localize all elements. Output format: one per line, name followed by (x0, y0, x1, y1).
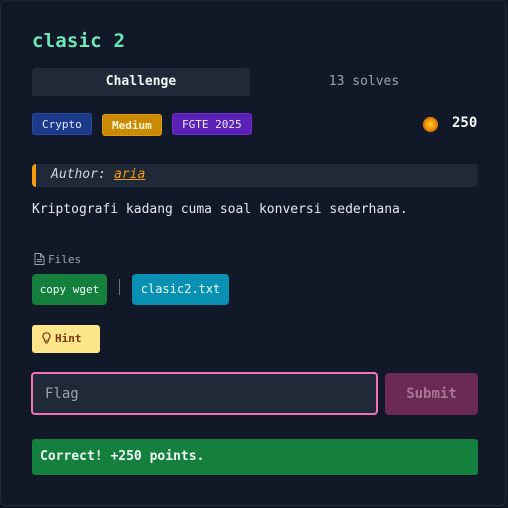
hint-label: Hint (55, 332, 82, 345)
file-icon (34, 253, 45, 265)
challenge-title: clasic 2 (32, 30, 126, 52)
category-badge: Crypto (32, 113, 92, 135)
challenge-card: clasic 2 Challenge 13 solves Crypto Medi… (0, 0, 506, 506)
points-value: 250 (452, 115, 478, 131)
difficulty-badge: Medium (102, 114, 162, 136)
files-heading: Files (34, 253, 81, 266)
author-box: Author: aria (32, 164, 478, 187)
author-link[interactable]: aria (114, 167, 145, 182)
files-label: Files (48, 253, 82, 266)
files-divider (119, 279, 120, 295)
challenge-description: Kriptografi kadang cuma soal konversi se… (32, 202, 408, 217)
submit-button[interactable]: Submit (385, 373, 478, 415)
file-download-button[interactable]: clasic2.txt (132, 274, 229, 305)
lightbulb-icon (42, 332, 51, 344)
tab-challenge[interactable]: Challenge (32, 68, 250, 96)
tab-solves[interactable]: 13 solves (250, 68, 478, 96)
result-alert: Correct! +250 points. (32, 439, 478, 475)
flag-input[interactable] (31, 372, 378, 415)
challenge-tabs: Challenge 13 solves (32, 68, 478, 96)
copy-wget-button[interactable]: copy wget (32, 274, 107, 305)
author-label: Author: (51, 167, 106, 182)
hint-button[interactable]: Hint (32, 325, 100, 353)
event-badge: FGTE 2025 (172, 113, 252, 135)
coin-icon (423, 117, 438, 132)
